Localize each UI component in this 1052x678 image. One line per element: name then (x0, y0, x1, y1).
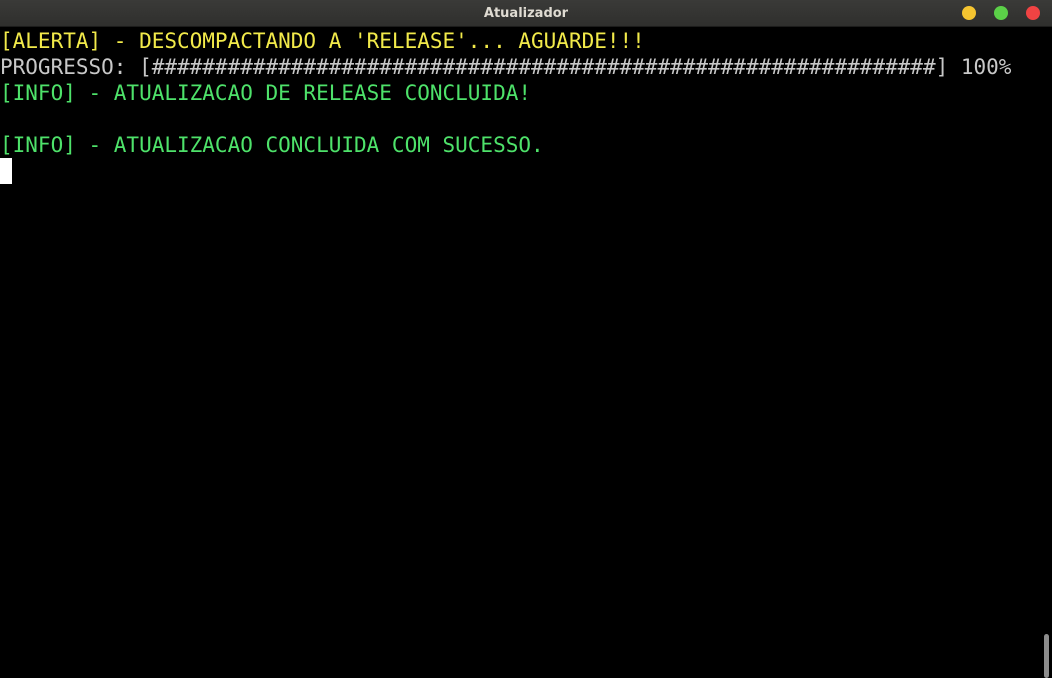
info-release-line: [INFO] - ATUALIZACAO DE RELEASE CONCLUID… (0, 81, 532, 105)
maximize-button[interactable] (994, 6, 1008, 20)
close-button[interactable] (1026, 6, 1040, 20)
info-success-line: [INFO] - ATUALIZACAO CONCLUIDA COM SUCES… (0, 133, 544, 157)
terminal-output[interactable]: [ALERTA] - DESCOMPACTANDO A 'RELEASE'...… (0, 27, 1040, 678)
text-cursor (0, 158, 12, 184)
alert-line: [ALERTA] - DESCOMPACTANDO A 'RELEASE'...… (0, 29, 645, 53)
minimize-button[interactable] (962, 6, 976, 20)
progress-line: PROGRESSO: [############################… (0, 55, 1012, 79)
window-title: Atualizador (483, 6, 569, 21)
scrollbar-thumb[interactable] (1044, 634, 1049, 678)
title-bar[interactable]: Atualizador (0, 0, 1052, 27)
scrollbar[interactable] (1040, 27, 1052, 678)
terminal-window: Atualizador [ALERTA] - DESCOMPACTANDO A … (0, 0, 1052, 678)
